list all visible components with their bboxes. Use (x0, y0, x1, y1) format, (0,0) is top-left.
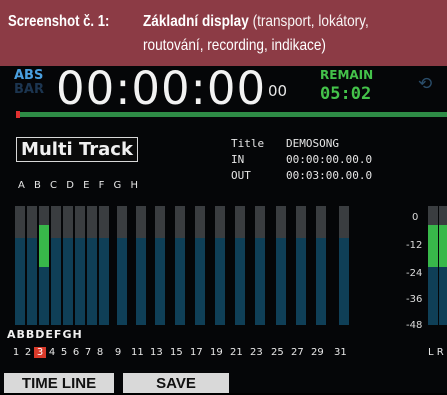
save-button[interactable]: SAVE (123, 373, 229, 393)
track-number-7: 7 (84, 347, 92, 358)
position-marker (16, 111, 20, 118)
caption-heading-bold: Základní display (143, 13, 249, 30)
bar-indicator: BAR (14, 82, 44, 97)
repeat-icon: ⟲ (418, 74, 433, 93)
bus-letters: A B C D E F G H (18, 180, 141, 191)
track-number-19: 19 (210, 347, 223, 358)
track-number-3: 3 (34, 347, 46, 358)
scale-36: -36 (406, 294, 423, 305)
position-bar[interactable] (16, 112, 447, 117)
caption-label: Screenshot č. 1: (8, 13, 110, 30)
track-meter-3-level (39, 225, 49, 267)
abs-indicator: ABS (14, 68, 44, 83)
time-counter: 00:00:00 (56, 62, 267, 115)
screenshot-caption: Screenshot č. 1: Základní display (trans… (0, 0, 447, 66)
track-number-9: 9 (114, 347, 122, 358)
scale-48: -48 (406, 320, 423, 331)
track-number-5: 5 (60, 347, 68, 358)
remain-value: 05:02 (320, 84, 372, 104)
track-number-27: 27 (291, 347, 304, 358)
track-number-8: 8 (96, 347, 104, 358)
title-value: DEMOSONG (286, 137, 339, 150)
track-number-31: 31 (334, 347, 347, 358)
track-number-25: 25 (271, 347, 284, 358)
scale-0: 0 (412, 212, 419, 223)
caption-detail-1: (transport, lokátory, (252, 13, 369, 30)
track-number-6: 6 (72, 347, 80, 358)
out-label: OUT (231, 169, 251, 182)
caption-heading: Základní display (transport, lokátory, (143, 13, 369, 31)
frames-counter: 00 (268, 82, 288, 100)
title-label: Title (231, 137, 265, 150)
remain-label: REMAIN (320, 68, 374, 82)
track-number-2: 2 (24, 347, 32, 358)
track-number-1: 1 (12, 347, 20, 358)
master-meter-right-level (439, 225, 447, 267)
track-number-13: 13 (150, 347, 163, 358)
master-lr-label: L R (428, 347, 444, 358)
scale-24: -24 (406, 268, 423, 279)
track-number-23: 23 (250, 347, 263, 358)
out-value: 00:03:00.00.0 (286, 169, 373, 182)
track-number-17: 17 (190, 347, 203, 358)
track-number-11: 11 (131, 347, 144, 358)
track-number-4: 4 (48, 347, 56, 358)
in-value: 00:00:00.00.0 (286, 153, 373, 166)
master-meter-left-level (428, 225, 438, 267)
caption-detail-2: routování, recording, indikace) (143, 37, 326, 54)
timeline-button[interactable]: TIME LINE (4, 373, 114, 393)
track-number-15: 15 (170, 347, 183, 358)
mode-indicator: Multi Track (16, 137, 138, 162)
scale-12: -12 (406, 240, 423, 251)
track-number-21: 21 (230, 347, 243, 358)
in-label: IN (231, 153, 245, 166)
assign-letters: ABBDEFGH (7, 328, 83, 341)
track-number-29: 29 (311, 347, 324, 358)
